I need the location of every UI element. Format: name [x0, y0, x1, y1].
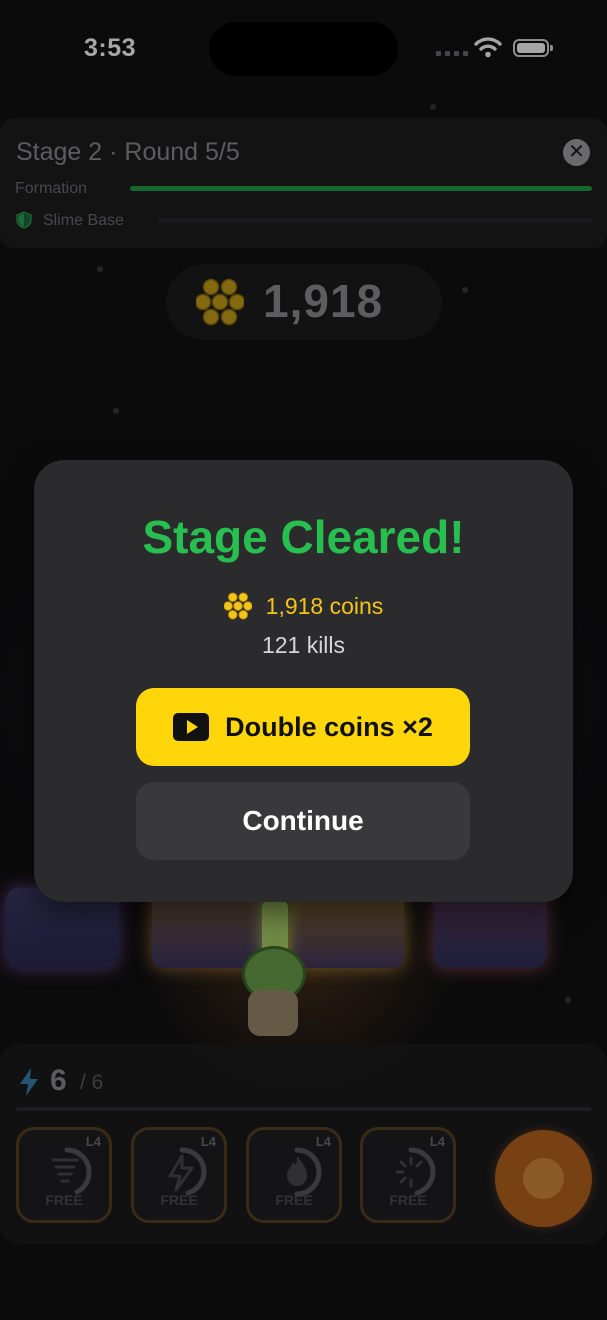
- dialog-coins-earned: 1,918 coins: [265, 592, 384, 619]
- continue-label: Continue: [242, 805, 364, 836]
- continue-button[interactable]: Continue: [136, 782, 470, 860]
- video-play-icon: [173, 713, 210, 741]
- coin-cluster-icon: [223, 592, 252, 620]
- stage-cleared-dialog: Stage Cleared! 1,918 coins 121 kills Dou…: [34, 460, 573, 902]
- double-coins-button[interactable]: Double coins ×2: [136, 688, 470, 766]
- dialog-coins-row: 1,918 coins: [34, 592, 573, 620]
- dialog-kills: 121 kills: [261, 632, 346, 658]
- dialog-title: Stage Cleared!: [142, 511, 465, 563]
- double-coins-label: Double coins ×2: [225, 711, 433, 742]
